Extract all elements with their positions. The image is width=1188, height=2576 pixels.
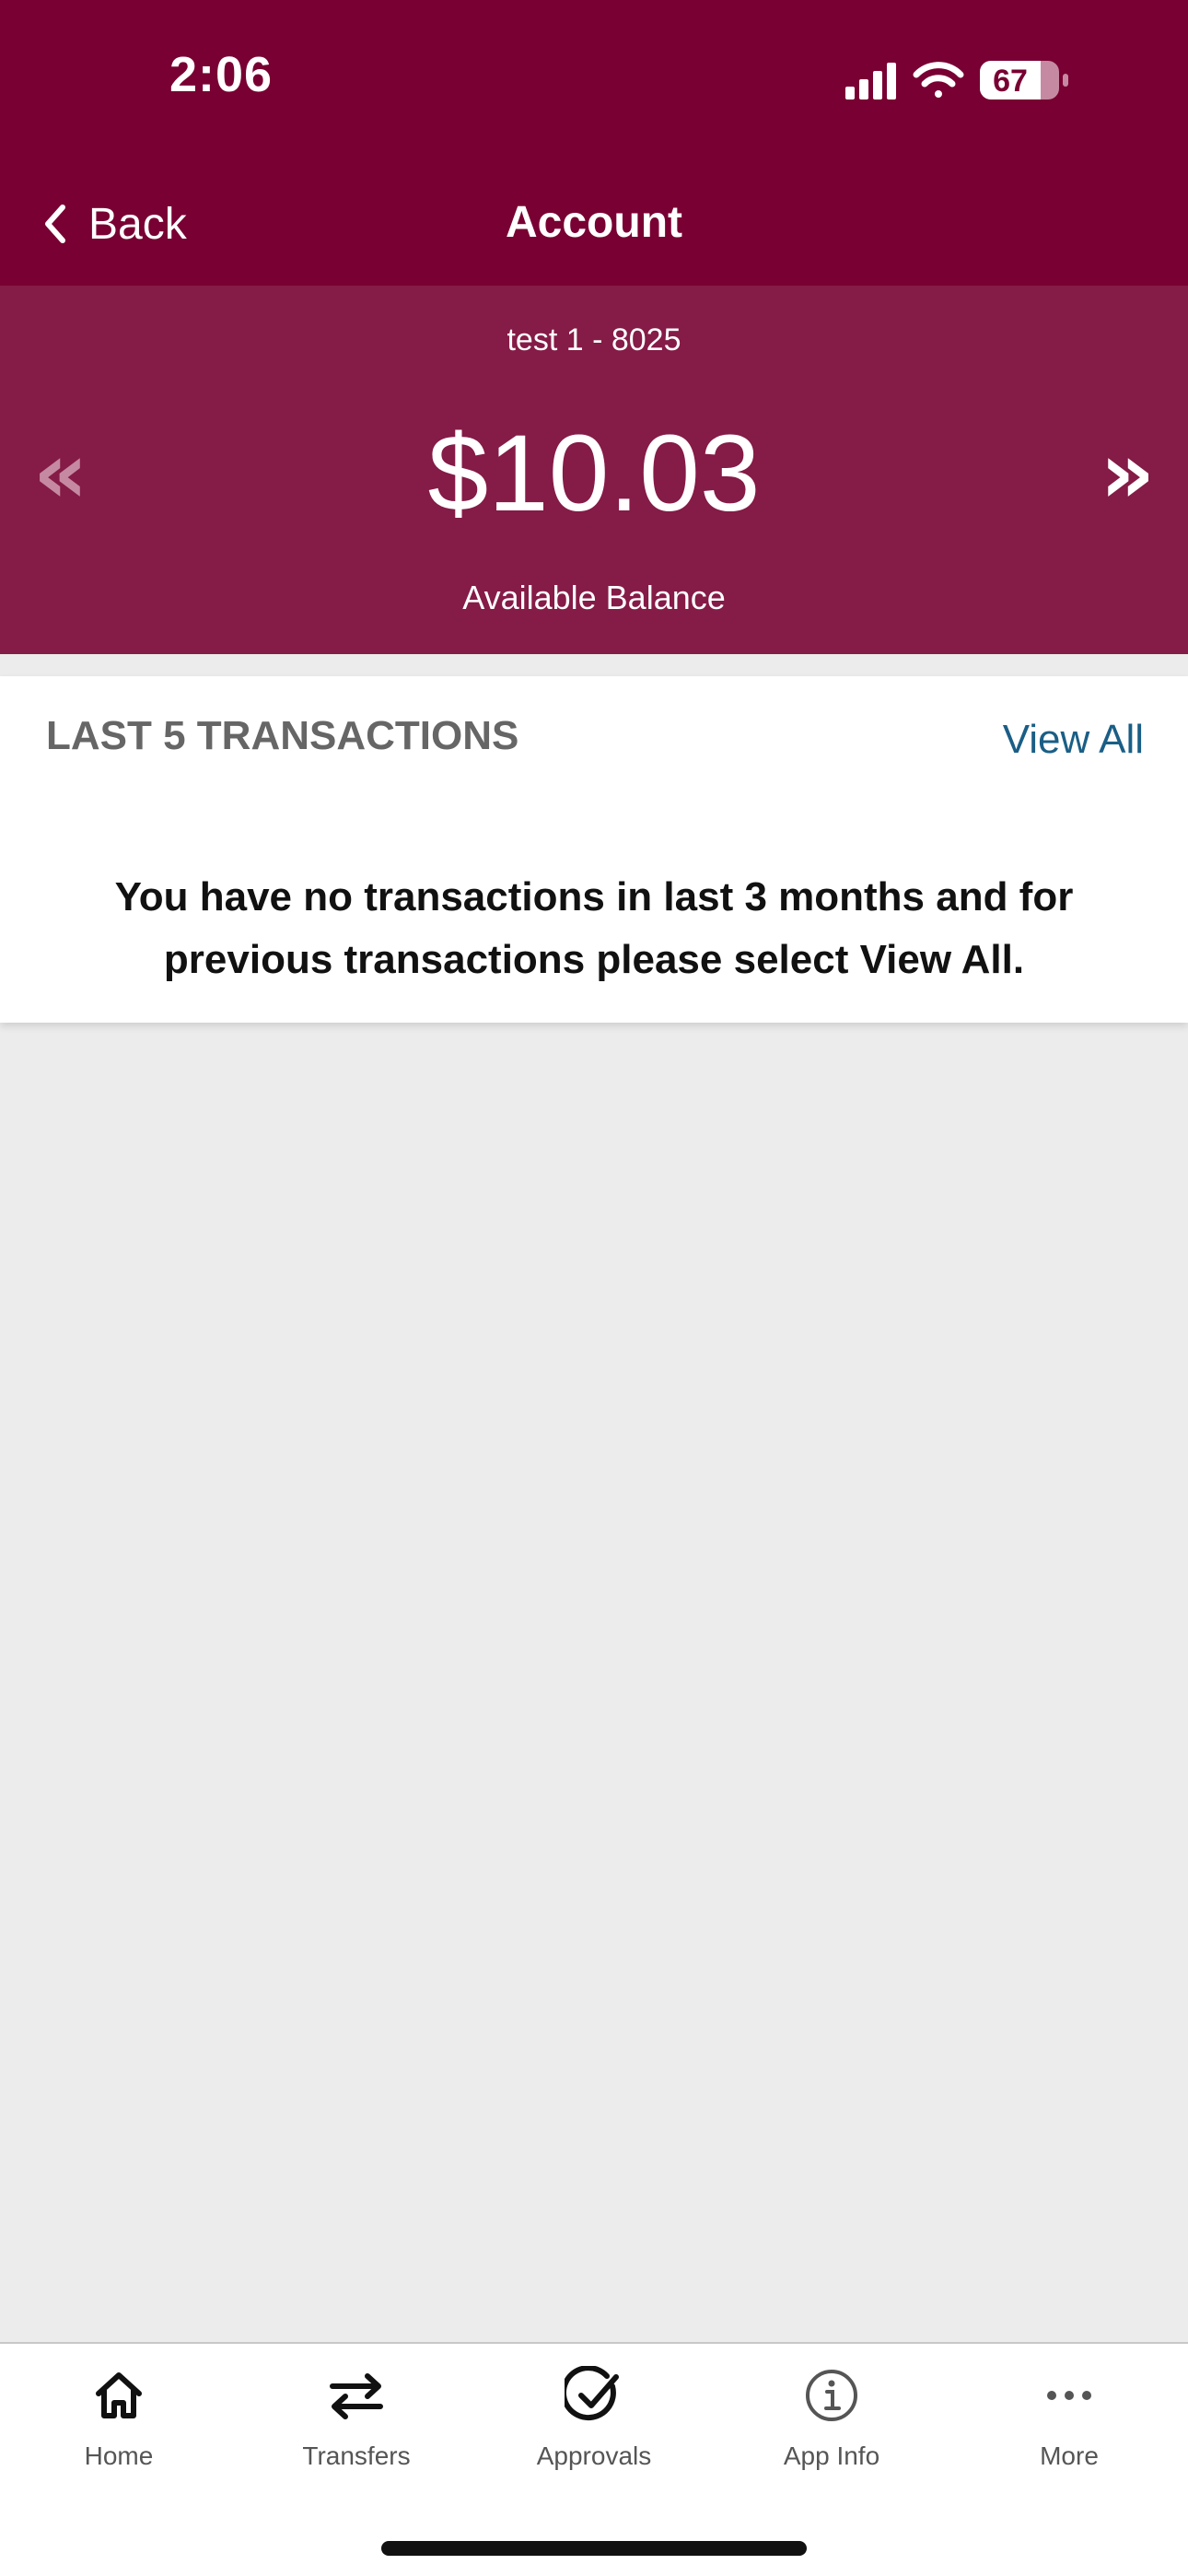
view-all-link[interactable]: View All bbox=[1003, 717, 1144, 763]
account-name: test 1 - 8025 bbox=[507, 322, 681, 357]
tab-label: Approvals bbox=[536, 2441, 652, 2470]
transactions-section-title: LAST 5 TRANSACTIONS bbox=[46, 713, 519, 758]
page-title: Account bbox=[506, 198, 682, 247]
battery-level: 67 bbox=[993, 64, 1028, 99]
tab-label: Transfers bbox=[302, 2441, 411, 2470]
tab-transfers[interactable]: Transfers bbox=[238, 2366, 475, 2486]
next-account-button[interactable]: » bbox=[1101, 431, 1155, 516]
empty-transactions-message: You have no transactions in last 3 month… bbox=[114, 874, 1074, 982]
navigation-bar: Back Account bbox=[0, 158, 1188, 286]
status-bar: 2:06 67 bbox=[0, 0, 1188, 158]
balance-amount: $10.03 bbox=[427, 413, 761, 534]
tab-label: App Info bbox=[783, 2441, 880, 2470]
tab-more[interactable]: More bbox=[950, 2366, 1188, 2486]
tab-label: More bbox=[1040, 2441, 1099, 2470]
balance-panel: test 1 - 8025 « $10.03 » Available Balan… bbox=[0, 286, 1188, 654]
transfer-arrows-icon bbox=[330, 2373, 383, 2419]
transactions-card: LAST 5 TRANSACTIONS View All You have no… bbox=[0, 676, 1188, 1023]
wifi-icon bbox=[913, 62, 964, 98]
more-dots-icon bbox=[1047, 2391, 1091, 2400]
info-circle-icon bbox=[806, 2370, 857, 2421]
home-icon bbox=[96, 2372, 142, 2418]
battery-icon: 67 bbox=[980, 61, 1068, 100]
home-indicator bbox=[381, 2541, 807, 2556]
balance-label: Available Balance bbox=[462, 579, 726, 616]
tab-approvals[interactable]: Approvals bbox=[475, 2366, 713, 2486]
tab-home[interactable]: Home bbox=[0, 2366, 238, 2486]
status-icons: 67 bbox=[845, 59, 1085, 101]
status-time: 2:06 bbox=[169, 47, 274, 102]
tab-app-info[interactable]: App Info bbox=[713, 2366, 950, 2486]
tab-label: Home bbox=[84, 2441, 154, 2470]
check-circle-icon bbox=[565, 2366, 619, 2421]
cellular-signal-icon bbox=[845, 63, 896, 100]
